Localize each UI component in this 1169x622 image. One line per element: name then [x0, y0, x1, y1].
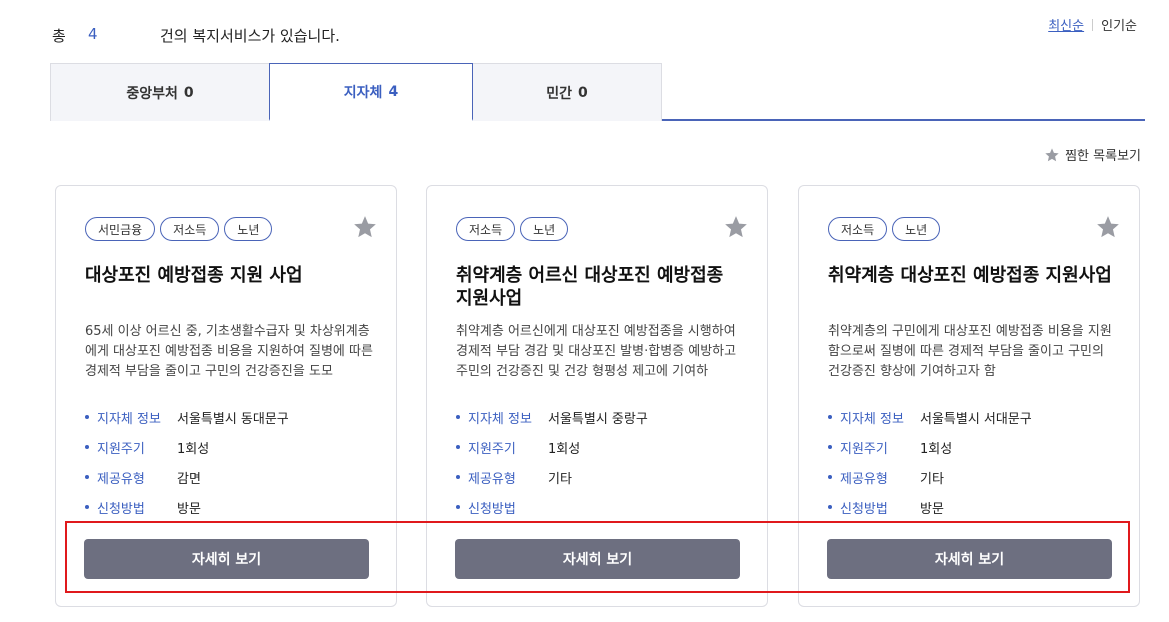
bullet-icon [85, 475, 89, 479]
bullet-icon [828, 505, 832, 509]
info-value: 기타 [548, 471, 572, 487]
info-value: 기타 [920, 471, 944, 487]
info-row: 제공유형 기타 [456, 462, 746, 492]
info-list: 지자체 정보 서울특별시 중랑구 지원주기 1회성 제공유형 기타 신청방법 [456, 402, 746, 522]
info-value: 1회성 [920, 441, 953, 457]
tag[interactable]: 노년 [224, 217, 273, 241]
tab-label: 중앙부처 [126, 85, 178, 102]
sort-divider [1092, 18, 1094, 31]
favorite-star-icon[interactable] [352, 214, 378, 240]
info-label: 지원주기 [840, 441, 888, 457]
info-value: 서울특별시 서대문구 [920, 411, 1032, 427]
tab-label: 지자체 [343, 84, 383, 101]
info-row: 지원주기 1회성 [828, 432, 1118, 462]
info-value: 1회성 [548, 441, 581, 457]
info-row: 지자체 정보 서울특별시 중랑구 [456, 402, 746, 432]
info-value: 방문 [177, 501, 201, 517]
info-row: 신청방법 방문 [85, 492, 375, 522]
info-row: 지원주기 1회성 [456, 432, 746, 462]
view-details-button[interactable]: 자세히 보기 [827, 539, 1112, 579]
info-row: 제공유형 감면 [85, 462, 375, 492]
info-list: 지자체 정보 서울특별시 서대문구 지원주기 1회성 제공유형 기타 신청방법 방문 [828, 402, 1118, 522]
card-title[interactable]: 대상포진 예방접종 지원 사업 [85, 264, 375, 287]
info-label: 지자체 정보 [97, 411, 161, 427]
info-value: 서울특별시 동대문구 [177, 411, 289, 427]
service-card: 저소득 노년 취약계층 어르신 대상포진 예방접종 지원사업 취약계층 어르신에… [426, 185, 768, 607]
info-label: 신청방법 [840, 501, 888, 517]
tab-count: 0 [183, 84, 194, 101]
info-value: 방문 [920, 501, 944, 517]
bullet-icon [828, 415, 832, 419]
category-tabs: 중앙부처 0 지자체 4 민간 0 [50, 63, 1145, 121]
bullet-icon [828, 445, 832, 449]
info-label: 제공유형 [468, 471, 516, 487]
tag-list: 저소득 노년 [828, 217, 941, 241]
card-title[interactable]: 취약계층 대상포진 예방접종 지원사업 [828, 264, 1118, 287]
tab-local-government[interactable]: 지자체 4 [269, 63, 473, 121]
tag-list: 서민금융 저소득 노년 [85, 217, 273, 241]
info-label: 지자체 정보 [468, 411, 532, 427]
tag[interactable]: 서민금융 [85, 217, 156, 241]
info-label: 지원주기 [468, 441, 516, 457]
tab-central-ministry[interactable]: 중앙부처 0 [50, 63, 270, 121]
info-label: 제공유형 [97, 471, 145, 487]
info-row: 지자체 정보 서울특별시 동대문구 [85, 402, 375, 432]
bullet-icon [456, 415, 460, 419]
view-details-button[interactable]: 자세히 보기 [455, 539, 740, 579]
info-value: 1회성 [177, 441, 210, 457]
card-description: 취약계층의 구민에게 대상포진 예방접종 비용을 지원함으로써 질병에 따른 경… [828, 324, 1112, 379]
tab-private[interactable]: 민간 0 [472, 63, 662, 121]
favorites-label: 찜한 목록보기 [1065, 149, 1141, 164]
tag[interactable]: 저소득 [160, 217, 220, 241]
bullet-icon [456, 475, 460, 479]
bullet-icon [85, 415, 89, 419]
info-row: 제공유형 기타 [828, 462, 1118, 492]
info-label: 지원주기 [97, 441, 145, 457]
tag-list: 저소득 노년 [456, 217, 569, 241]
service-card: 서민금융 저소득 노년 대상포진 예방접종 지원 사업 65세 이상 어르신 중… [55, 185, 397, 607]
favorite-star-icon[interactable] [723, 214, 749, 240]
info-label: 신청방법 [468, 501, 516, 517]
info-label: 제공유형 [840, 471, 888, 487]
info-row: 지원주기 1회성 [85, 432, 375, 462]
info-label: 신청방법 [97, 501, 145, 517]
tag[interactable]: 노년 [520, 217, 569, 241]
tab-count: 4 [388, 83, 399, 100]
sort-popular-link[interactable]: 인기순 [1101, 15, 1137, 34]
sort-latest-link[interactable]: 최신순 [1048, 15, 1084, 34]
card-title[interactable]: 취약계층 어르신 대상포진 예방접종 지원사업 [456, 264, 746, 310]
favorites-list-link[interactable]: 찜한 목록보기 [1044, 145, 1141, 164]
tag[interactable]: 저소득 [456, 217, 516, 241]
bullet-icon [456, 445, 460, 449]
sort-options: 최신순 인기순 [1048, 15, 1137, 34]
summary-suffix: 건의 복지서비스가 있습니다. [160, 27, 340, 45]
tag[interactable]: 노년 [892, 217, 941, 241]
result-summary: 총 4 건의 복지서비스가 있습니다. [52, 25, 340, 46]
info-row: 신청방법 [456, 492, 746, 522]
favorite-star-icon[interactable] [1095, 214, 1121, 240]
view-details-button[interactable]: 자세히 보기 [84, 539, 369, 579]
summary-lead: 총 [52, 27, 66, 45]
card-description: 취약계층 어르신에게 대상포진 예방접종을 시행하여 경제적 부담 경감 및 대… [456, 324, 737, 379]
service-card: 저소득 노년 취약계층 대상포진 예방접종 지원사업 취약계층의 구민에게 대상… [798, 185, 1140, 607]
info-row: 신청방법 방문 [828, 492, 1118, 522]
bullet-icon [85, 445, 89, 449]
info-row: 지자체 정보 서울특별시 서대문구 [828, 402, 1118, 432]
bullet-icon [85, 505, 89, 509]
card-description: 65세 이상 어르신 중, 기초생활수급자 및 차상위계층에게 대상포진 예방접… [85, 324, 373, 379]
bullet-icon [828, 475, 832, 479]
info-value: 감면 [177, 471, 201, 487]
tag[interactable]: 저소득 [828, 217, 888, 241]
tab-count: 0 [578, 84, 588, 101]
bullet-icon [456, 505, 460, 509]
info-label: 지자체 정보 [840, 411, 904, 427]
info-list: 지자체 정보 서울특별시 동대문구 지원주기 1회성 제공유형 감면 신청방법 방문 [85, 402, 375, 522]
tab-label: 민간 [546, 85, 572, 102]
star-icon [1045, 147, 1059, 161]
info-value: 서울특별시 중랑구 [548, 411, 648, 427]
result-count: 4 [88, 25, 98, 43]
